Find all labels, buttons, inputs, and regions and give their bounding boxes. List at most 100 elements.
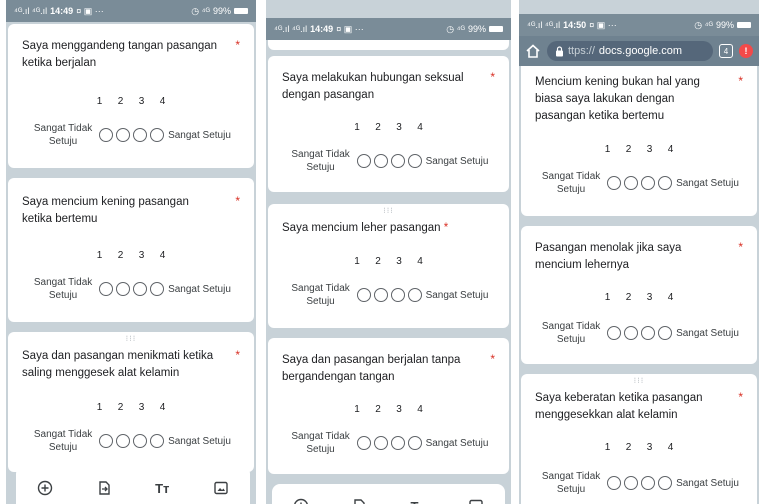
scale-option-1[interactable] bbox=[356, 288, 371, 302]
question-card: Mencium kening bukan hal yang biasa saya… bbox=[521, 66, 757, 216]
question-card: ⁝⁝⁝ Saya mencium leher pasangan * 1234 S… bbox=[268, 204, 509, 328]
scale-option-1[interactable] bbox=[99, 128, 114, 142]
add-title-icon[interactable]: Tт bbox=[153, 479, 171, 497]
drag-handle-icon[interactable]: ⁝⁝⁝ bbox=[268, 206, 509, 215]
question-text: Saya dan pasangan berjalan tanpa bergand… bbox=[282, 354, 461, 383]
linear-scale: Sangat Tidak Setuju Sangat Setuju bbox=[8, 276, 254, 302]
scale-option-3[interactable] bbox=[133, 434, 148, 448]
phone-screenshot-2: ⁴ᴳ.ıl ⁴ᴳ.ıl 14:49 ¤ ▣ ··· ◷ ⁴ᴳ 99% Saya … bbox=[266, 0, 511, 504]
scale-low-label: Sangat Tidak Setuju bbox=[291, 283, 350, 307]
linear-scale: Sangat Tidak Setuju Sangat Setuju bbox=[268, 148, 509, 174]
import-questions-icon[interactable] bbox=[95, 479, 113, 497]
scale-option-4[interactable] bbox=[150, 128, 165, 142]
scale-high-label: Sangat Setuju bbox=[168, 129, 231, 141]
scale-option-4[interactable] bbox=[658, 326, 673, 340]
linear-scale: Sangat Tidak Setuju Sangat Setuju bbox=[268, 430, 509, 456]
scale-option-3[interactable] bbox=[390, 288, 405, 302]
scale-option-3[interactable] bbox=[390, 436, 405, 450]
scale-option-2[interactable] bbox=[624, 176, 639, 190]
notification-icons: ¤ ▣ ··· bbox=[336, 23, 364, 34]
question-text: Saya menggandeng tangan pasangan ketika … bbox=[22, 40, 218, 69]
scale-high-label: Sangat Setuju bbox=[425, 289, 489, 301]
question-card: ⁝⁝⁝ Saya dan pasangan menikmati ketika s… bbox=[8, 332, 254, 472]
scale-option-2[interactable] bbox=[624, 326, 639, 340]
question-card: Saya menggandeng tangan pasangan ketika … bbox=[8, 24, 254, 168]
required-asterisk: * bbox=[738, 240, 743, 254]
scale-low-label: Sangat Tidak Setuju bbox=[291, 149, 350, 173]
url-prefix: ttps:// bbox=[568, 45, 595, 57]
previous-card-edge bbox=[268, 40, 509, 50]
scale-option-1[interactable] bbox=[99, 434, 114, 448]
scale-option-4[interactable] bbox=[658, 476, 673, 490]
scale-option-4[interactable] bbox=[407, 436, 422, 450]
scale-option-2[interactable] bbox=[116, 434, 131, 448]
scale-option-3[interactable] bbox=[133, 282, 148, 296]
scale-option-1[interactable] bbox=[607, 326, 622, 340]
status-bar: ⁴ᴳ.ıl ⁴ᴳ.ıl 14:49 ¤ ▣ ··· ◷ ⁴ᴳ 99% bbox=[6, 0, 256, 22]
scale-low-label: Sangat Tidak Setuju bbox=[541, 321, 601, 345]
scale-option-4[interactable] bbox=[407, 288, 422, 302]
scale-option-2[interactable] bbox=[373, 154, 388, 168]
status-time: 14:49 bbox=[310, 24, 334, 34]
scale-option-3[interactable] bbox=[390, 154, 405, 168]
scale-option-2[interactable] bbox=[373, 288, 388, 302]
battery-icon bbox=[737, 22, 751, 28]
battery-icon bbox=[489, 26, 503, 32]
required-asterisk: * bbox=[235, 38, 240, 52]
scale-option-2[interactable] bbox=[624, 476, 639, 490]
question-text: Saya keberatan ketika pasangan menggesek… bbox=[535, 392, 703, 421]
scale-option-3[interactable] bbox=[641, 326, 656, 340]
scale-low-label: Sangat Tidak Setuju bbox=[33, 123, 93, 147]
address-bar[interactable]: ttps://docs.google.com bbox=[547, 41, 713, 61]
scale-option-3[interactable] bbox=[641, 476, 656, 490]
scale-option-1[interactable] bbox=[99, 282, 114, 296]
scale-option-4[interactable] bbox=[658, 176, 673, 190]
scale-option-2[interactable] bbox=[116, 282, 131, 296]
scale-high-label: Sangat Setuju bbox=[676, 177, 739, 189]
scale-option-4[interactable] bbox=[407, 154, 422, 168]
scale-low-label: Sangat Tidak Setuju bbox=[33, 429, 93, 453]
notification-alert-icon[interactable]: ! bbox=[739, 44, 753, 58]
add-title-icon[interactable]: Tт bbox=[409, 497, 427, 504]
add-image-icon[interactable] bbox=[467, 497, 485, 504]
status-time: 14:49 bbox=[50, 6, 74, 16]
question-card: Saya melakukan hubungan seksual dengan p… bbox=[268, 56, 509, 192]
import-questions-icon[interactable] bbox=[350, 497, 368, 504]
lock-icon bbox=[556, 45, 563, 56]
phone-screenshot-3: ⁴ᴳ.ıl ⁴ᴳ.ıl 14:50 ¤ ▣ ··· ◷ ⁴ᴳ 99% ttps:… bbox=[519, 0, 759, 504]
form-editor-toolbar: Tт bbox=[272, 484, 505, 504]
tab-switcher-button[interactable]: 4 bbox=[719, 44, 733, 58]
scale-option-1[interactable] bbox=[607, 476, 622, 490]
home-icon[interactable] bbox=[525, 43, 541, 59]
scale-option-2[interactable] bbox=[373, 436, 388, 450]
add-question-icon[interactable] bbox=[292, 497, 310, 504]
drag-handle-icon[interactable]: ⁝⁝⁝ bbox=[8, 334, 254, 343]
scale-option-1[interactable] bbox=[607, 176, 622, 190]
scale-option-2[interactable] bbox=[116, 128, 131, 142]
linear-scale: Sangat Tidak Setuju Sangat Setuju bbox=[8, 428, 254, 454]
add-image-icon[interactable] bbox=[212, 479, 230, 497]
question-card: Saya dan pasangan berjalan tanpa bergand… bbox=[268, 338, 509, 474]
drag-handle-icon[interactable]: ⁝⁝⁝ bbox=[521, 376, 757, 385]
scale-option-3[interactable] bbox=[641, 176, 656, 190]
scale-low-label: Sangat Tidak Setuju bbox=[541, 171, 601, 195]
scale-option-1[interactable] bbox=[356, 436, 371, 450]
question-card: ⁝⁝⁝ Saya keberatan ketika pasangan mengg… bbox=[521, 374, 757, 504]
required-asterisk: * bbox=[443, 222, 449, 234]
question-text: Saya mencium kening pasangan ketika bert… bbox=[22, 196, 189, 225]
question-text: Mencium kening bukan hal yang biasa saya… bbox=[535, 76, 700, 122]
scale-high-label: Sangat Setuju bbox=[168, 435, 231, 447]
linear-scale: Sangat Tidak Setuju Sangat Setuju bbox=[268, 282, 509, 308]
signal-icon: ⁴ᴳ.ıl ⁴ᴳ.ıl bbox=[274, 24, 308, 34]
add-question-icon[interactable] bbox=[36, 479, 54, 497]
scale-option-4[interactable] bbox=[150, 434, 165, 448]
linear-scale: Sangat Tidak Setuju Sangat Setuju bbox=[521, 170, 757, 196]
scale-numbers: 1234 bbox=[96, 250, 166, 261]
alarm-network-icons: ◷ ⁴ᴳ bbox=[191, 5, 210, 16]
scale-option-1[interactable] bbox=[356, 154, 371, 168]
scale-option-4[interactable] bbox=[150, 282, 165, 296]
required-asterisk: * bbox=[235, 348, 240, 362]
scale-numbers: 1234 bbox=[604, 292, 674, 303]
scale-option-3[interactable] bbox=[133, 128, 148, 142]
required-asterisk: * bbox=[490, 70, 495, 84]
